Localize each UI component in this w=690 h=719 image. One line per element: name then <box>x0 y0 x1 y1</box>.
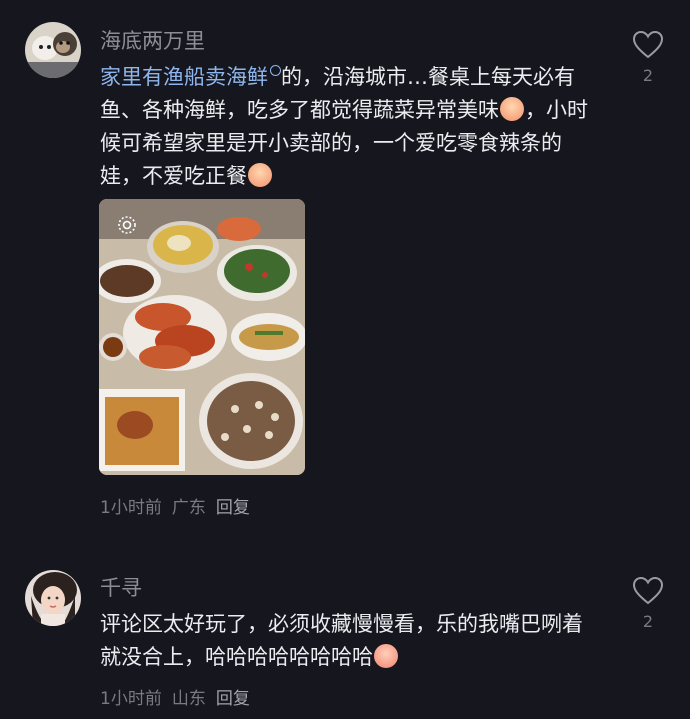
comment-location: 山东 <box>171 689 206 709</box>
username[interactable]: 千寻 <box>100 572 142 602</box>
heart-icon <box>632 576 664 605</box>
heart-icon <box>632 30 664 59</box>
search-icon[interactable] <box>270 65 281 76</box>
comment-photo[interactable] <box>99 199 305 475</box>
comment-time: 1小时前 <box>100 689 162 709</box>
comment-location: 广东 <box>171 498 206 518</box>
comment-item: 千寻 评论区太好玩了，必须收藏慢慢看，乐的我嘴巴咧着就没合上，哈哈哈哈哈哈哈哈 … <box>0 560 690 719</box>
username[interactable]: 海底两万里 <box>100 25 205 55</box>
comment-text: 评论区太好玩了，必须收藏慢慢看，乐的我嘴巴咧着就没合上，哈哈哈哈哈哈哈哈 <box>100 612 583 669</box>
laughing-emoji-icon <box>374 644 398 668</box>
avatar[interactable] <box>25 22 81 78</box>
loudly-crying-emoji-icon <box>500 97 524 121</box>
like-count: 2 <box>642 612 654 631</box>
comment-item: 海底两万里 家里有渔船卖海鲜 的，沿海城市…餐桌上每天必有鱼、各种海鲜，吃多了都觉… <box>0 0 690 540</box>
search-link[interactable]: 家里有渔船卖海鲜 <box>100 65 268 89</box>
comment-text: 家里有渔船卖海鲜 的，沿海城市…餐桌上每天必有鱼、各种海鲜，吃多了都觉得蔬菜异常美… <box>100 65 588 188</box>
comment-meta: 1小时前 广东 回复 <box>100 493 260 518</box>
loudly-crying-emoji-icon <box>248 163 272 187</box>
comment-meta: 1小时前 山东 回复 <box>100 684 260 709</box>
like-button[interactable]: 2 <box>628 576 668 631</box>
like-count: 2 <box>642 66 654 85</box>
avatar[interactable] <box>25 570 81 626</box>
reply-button[interactable]: 回复 <box>216 498 250 518</box>
reply-button[interactable]: 回复 <box>216 689 250 709</box>
comment-time: 1小时前 <box>100 498 162 518</box>
like-button[interactable]: 2 <box>628 30 668 85</box>
